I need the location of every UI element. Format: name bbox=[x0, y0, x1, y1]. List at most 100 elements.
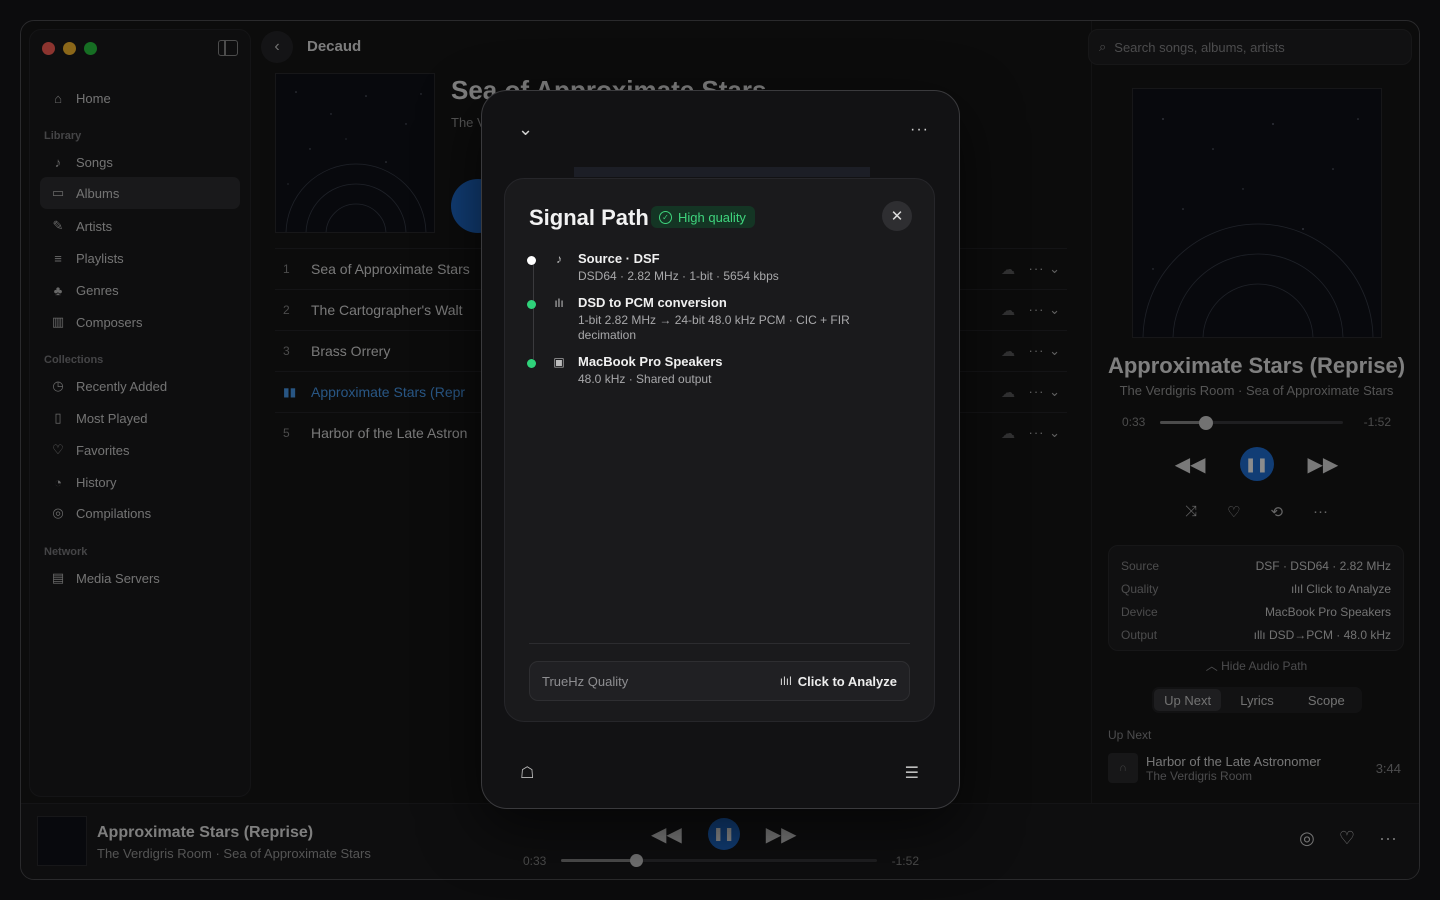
more-icon[interactable]: ··· bbox=[1379, 828, 1397, 849]
pause-button[interactable]: ❚❚ bbox=[707, 818, 740, 850]
sidebar-item-albums[interactable]: ▭ Albums bbox=[40, 177, 240, 209]
repeat-icon[interactable]: ⟲ bbox=[1270, 503, 1283, 521]
album-icon: ▭ bbox=[51, 185, 65, 200]
sidebar-toggle-icon[interactable] bbox=[218, 40, 238, 56]
more-icon[interactable]: ··· ⌄ bbox=[1029, 261, 1062, 277]
progress-track[interactable] bbox=[561, 854, 877, 867]
cloud-icon: ☁ bbox=[1001, 301, 1015, 318]
info-key: Output bbox=[1121, 627, 1158, 642]
more-icon[interactable]: ··· bbox=[910, 121, 929, 139]
check-circle-icon: ✓ bbox=[659, 210, 672, 224]
search-input[interactable]: ⌕ Search songs, albums, artists bbox=[1088, 29, 1412, 65]
back-button[interactable]: ‹ bbox=[261, 31, 293, 63]
sidebar-item-playlists[interactable]: ≡ Playlists bbox=[40, 242, 240, 274]
sidebar-item-most-played[interactable]: ▯ Most Played bbox=[40, 402, 240, 434]
signal-step-output: ▣ MacBook Pro Speakers 48.0 kHz · Shared… bbox=[527, 354, 904, 387]
window-controls bbox=[42, 42, 97, 55]
more-icon[interactable]: ··· bbox=[1313, 503, 1328, 521]
sidebar-item-label: Favorites bbox=[76, 442, 130, 458]
list-item[interactable]: ∩ Harbor of the Late Astronomer The Verd… bbox=[1108, 751, 1401, 785]
step-detail: DSD64 · 2.82 MHz · 1-bit · 5654 kbps bbox=[578, 269, 779, 283]
sidebar-item-songs[interactable]: ♪ Songs bbox=[40, 146, 240, 178]
heart-icon[interactable]: ♡ bbox=[1227, 503, 1240, 521]
collections-header: Collections bbox=[44, 354, 104, 366]
sidebar-item-label: Playlists bbox=[76, 250, 124, 266]
zoom-window-button[interactable] bbox=[84, 42, 97, 55]
clock-plus-icon: ◷ bbox=[52, 378, 64, 393]
info-row-device: Device MacBook Pro Speakers bbox=[1121, 600, 1391, 623]
now-playing-title: Approximate Stars (Reprise) bbox=[1107, 353, 1406, 378]
more-icon[interactable]: ··· ⌄ bbox=[1029, 302, 1062, 318]
note-icon: ♪ bbox=[556, 252, 562, 266]
more-icon[interactable]: ··· ⌄ bbox=[1029, 425, 1062, 441]
progress-knob[interactable] bbox=[629, 854, 643, 867]
sidebar-item-label: Most Played bbox=[76, 410, 148, 426]
history-icon: ◔ bbox=[54, 474, 62, 490]
fast-forward-icon[interactable]: ▶▶ bbox=[766, 822, 797, 847]
sidebar-item-compilations[interactable]: ◎ Compilations bbox=[40, 497, 240, 529]
panel-title: Signal Path bbox=[529, 205, 649, 230]
sidebar-item-label: Songs bbox=[76, 154, 113, 170]
quality-badge-label: High quality bbox=[678, 209, 746, 225]
progress-track[interactable] bbox=[1160, 416, 1343, 430]
more-icon[interactable]: ··· ⌄ bbox=[1029, 343, 1062, 359]
info-row-source: Source DSF · DSD64 · 2.82 MHz bbox=[1121, 554, 1391, 577]
now-playing-progress[interactable]: 0:33 -1:52 bbox=[1122, 415, 1391, 430]
now-playing-subtitle: The Verdigris Room · Sea of Approximate … bbox=[1119, 383, 1394, 398]
waveform-icon: ılı bbox=[554, 296, 564, 310]
tab-lyrics[interactable]: Lyrics bbox=[1223, 689, 1290, 711]
sidebar-item-artists[interactable]: ✎ Artists bbox=[40, 210, 240, 242]
close-button[interactable]: ✕ bbox=[882, 201, 912, 231]
player-extras: ◎ ♡ ··· bbox=[1299, 828, 1397, 849]
airplay-icon[interactable]: ◎ bbox=[1299, 828, 1315, 849]
progress-fill bbox=[561, 859, 637, 862]
sidebar-item-recently-added[interactable]: ◷ Recently Added bbox=[40, 370, 240, 402]
close-window-button[interactable] bbox=[42, 42, 55, 55]
now-playing-panel: ⌕ Search songs, albums, artists Approxim… bbox=[1088, 21, 1419, 805]
now-playing-icon: ▮▮ bbox=[283, 385, 297, 399]
info-key: Quality bbox=[1121, 581, 1159, 596]
shuffle-icon[interactable]: ⤨ bbox=[1185, 503, 1197, 521]
pause-icon: ❚❚ bbox=[1244, 455, 1269, 472]
panel-tabs: Up Next Lyrics Scope bbox=[1152, 687, 1362, 713]
sidebar-item-home[interactable]: ⌂ Home bbox=[40, 82, 240, 114]
analyze-button[interactable]: ılıl Click to Analyze bbox=[780, 674, 897, 689]
sidebar-item-favorites[interactable]: ♡ Favorites bbox=[40, 434, 240, 466]
tab-scope[interactable]: Scope bbox=[1293, 689, 1360, 711]
remaining-time: -1:52 bbox=[1363, 415, 1391, 429]
rewind-icon[interactable]: ◀◀ bbox=[651, 822, 682, 847]
sidebar-item-genres[interactable]: ♣ Genres bbox=[40, 274, 240, 306]
fast-forward-icon[interactable]: ▶▶ bbox=[1308, 452, 1339, 477]
tab-up-next[interactable]: Up Next bbox=[1154, 689, 1222, 711]
player-bar: Approximate Stars (Reprise) The Verdigri… bbox=[21, 803, 1419, 879]
more-icon[interactable]: ··· ⌄ bbox=[1029, 384, 1062, 400]
player-progress[interactable]: 0:33 -1:52 bbox=[523, 854, 919, 868]
progress-knob[interactable] bbox=[1198, 416, 1213, 430]
sidebar-item-label: Artists bbox=[76, 218, 113, 234]
signal-step-source: ♪ Source · DSF DSD64 · 2.82 MHz · 1-bit … bbox=[527, 251, 904, 284]
remaining-time: -1:52 bbox=[891, 854, 919, 868]
queue-list-icon[interactable]: ☰ bbox=[905, 763, 919, 783]
stack-icon: ◎ bbox=[52, 505, 64, 520]
hide-audio-path-button[interactable]: ︿ Hide Audio Path bbox=[1092, 657, 1419, 674]
chevron-down-icon[interactable]: ⌄ bbox=[518, 119, 533, 140]
sidebar-item-history[interactable]: ◔ History bbox=[40, 466, 240, 498]
rewind-icon[interactable]: ◀◀ bbox=[1175, 452, 1206, 477]
minimize-window-button[interactable] bbox=[63, 42, 76, 55]
lyrics-icon[interactable]: ☖ bbox=[520, 763, 534, 783]
waveform-icon: ılıl bbox=[779, 674, 792, 688]
track-number: 1 bbox=[283, 262, 290, 276]
sidebar-item-composers[interactable]: ▥ Composers bbox=[40, 306, 240, 338]
pause-button[interactable]: ❚❚ bbox=[1239, 447, 1274, 481]
player-artwork[interactable] bbox=[37, 816, 87, 866]
info-row-quality[interactable]: Quality ılıl Click to Analyze bbox=[1121, 577, 1391, 600]
chevron-left-icon: ‹ bbox=[274, 38, 280, 55]
track-number: 5 bbox=[283, 426, 290, 440]
now-playing-controls: ◀◀ ❚❚ ▶▶ bbox=[1092, 447, 1419, 481]
now-playing-artwork bbox=[1132, 88, 1382, 338]
sheet-artwork bbox=[574, 167, 870, 177]
signal-step-conversion: ılı DSD to PCM conversion 1-bit 2.82 MHz… bbox=[527, 295, 904, 343]
status-dot bbox=[527, 359, 536, 368]
sidebar-item-media-servers[interactable]: ▤ Media Servers bbox=[40, 562, 240, 594]
heart-icon[interactable]: ♡ bbox=[1339, 828, 1355, 849]
